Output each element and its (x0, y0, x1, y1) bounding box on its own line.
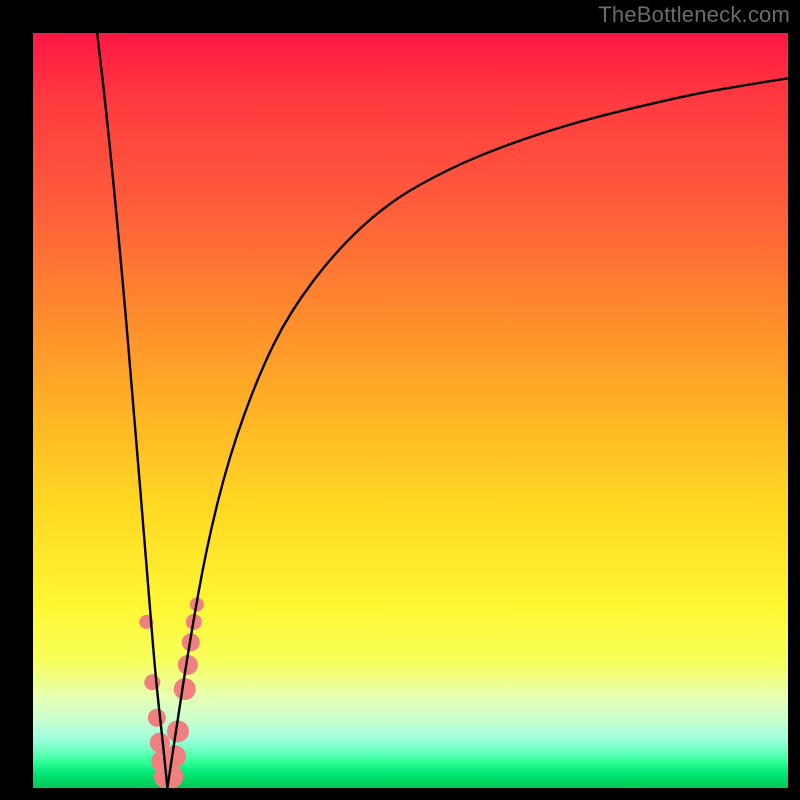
chart-frame: TheBottleneck.com (0, 0, 800, 800)
watermark-text: TheBottleneck.com (598, 2, 790, 28)
curve-left-branch (97, 33, 167, 788)
curve-right-branch (167, 78, 788, 788)
curve-layer (33, 33, 788, 788)
plot-area (33, 33, 788, 788)
